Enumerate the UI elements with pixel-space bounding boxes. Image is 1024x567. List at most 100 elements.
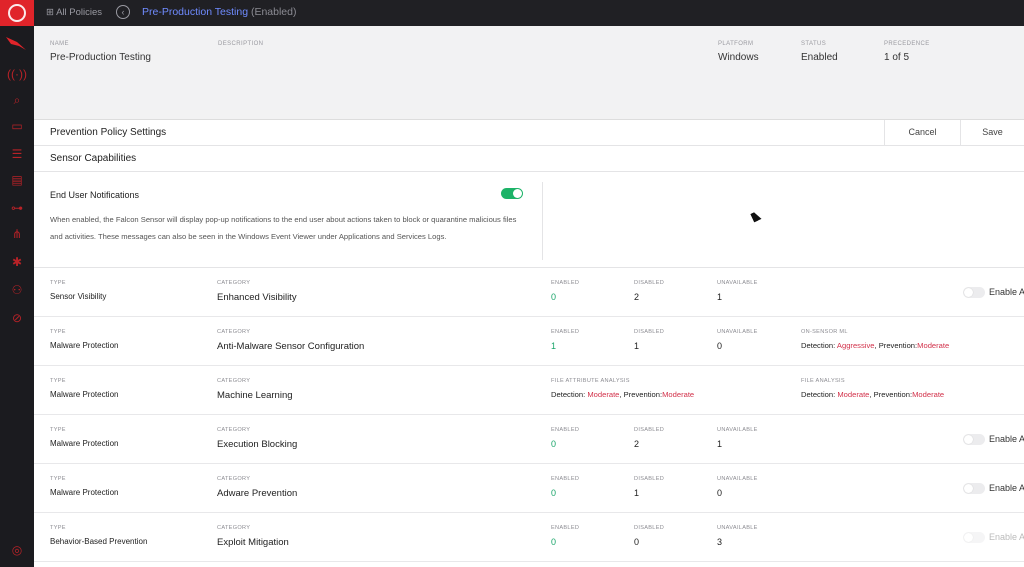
toggles-nav-icon[interactable]: ⊶ [7, 200, 27, 216]
category-label: CATEGORY [217, 476, 251, 482]
unavailable-label: UNAVAILABLE [717, 329, 758, 335]
falcon-logo-button[interactable] [0, 0, 34, 26]
disabled-count: 2 [634, 439, 640, 449]
cancel-button[interactable]: Cancel [884, 120, 960, 145]
unavailable-label: UNAVAILABLE [717, 280, 758, 286]
enable-all-label[interactable]: Enable A [989, 287, 1024, 297]
prevention-level: Moderate [662, 390, 695, 399]
enable-all-toggle[interactable] [963, 434, 985, 445]
table-row[interactable]: TYPE Sensor Visibility CATEGORY Enhanced… [34, 268, 1024, 317]
enabled-label: ENABLED [551, 280, 580, 286]
type-label: TYPE [50, 280, 66, 286]
hosts-nav-icon[interactable]: ▭ [7, 118, 27, 134]
prevention-prefix: Prevention: [623, 390, 663, 399]
file-attribute-analysis-value: Detection: Moderate, Prevention:Moderate [551, 390, 695, 399]
account-nav-icon[interactable]: ◎ [7, 542, 27, 558]
disabled-count: 0 [634, 537, 640, 547]
table-row[interactable]: TYPE Malware Protection CATEGORY Adware … [34, 464, 1024, 513]
category-label: CATEGORY [217, 427, 251, 433]
intel-nav-icon[interactable]: ✱ [7, 254, 27, 270]
type-value: Malware Protection [50, 488, 119, 497]
table-row[interactable]: TYPE Malware Protection CATEGORY Anti-Ma… [34, 317, 1024, 366]
platform-value: Windows [718, 52, 759, 63]
policy-title: Pre-Production Testing (Enabled) [142, 6, 296, 18]
detection-level: Aggressive [836, 341, 875, 350]
detection-level: Moderate [587, 390, 620, 399]
category-label: CATEGORY [217, 280, 251, 286]
prevention-prefix: Prevention: [878, 341, 918, 350]
unavailable-count: 0 [717, 488, 723, 498]
enabled-label: ENABLED [551, 329, 580, 335]
activity-nav-icon[interactable]: ((·)) [7, 66, 27, 82]
category-value: Exploit Mitigation [217, 537, 289, 548]
table-row[interactable]: TYPE Behavior-Based Prevention CATEGORY … [34, 513, 1024, 562]
enabled-count: 0 [551, 537, 557, 547]
name-label: NAME [50, 41, 69, 47]
prevention-level: Moderate [917, 341, 950, 350]
prevention-prefix: Prevention: [873, 390, 913, 399]
enable-all-label[interactable]: Enable A [989, 483, 1024, 493]
panel-divider [542, 182, 543, 260]
enabled-count: 0 [551, 439, 557, 449]
type-label: TYPE [50, 525, 66, 531]
file-attribute-analysis-label: FILE ATTRIBUTE ANALYSIS [551, 378, 630, 384]
save-button[interactable]: Save [960, 120, 1024, 145]
main-panel: Prevention Policy Settings Cancel Save S… [34, 120, 1024, 567]
type-value: Malware Protection [50, 439, 119, 448]
all-policies-link[interactable]: ⊞ All Policies [46, 7, 102, 18]
end-user-notifications-panel: End User Notifications When enabled, the… [34, 172, 1024, 268]
unavailable-label: UNAVAILABLE [717, 476, 758, 482]
notifications-toggle[interactable] [501, 188, 523, 199]
enable-all-toggle[interactable] [963, 483, 985, 494]
detection-prefix: Detection: [801, 390, 836, 399]
policy-name: Pre-Production Testing [142, 6, 249, 18]
disabled-label: DISABLED [634, 476, 665, 482]
prevention-settings-header: Prevention Policy Settings Cancel Save [34, 120, 1024, 146]
disabled-count: 1 [634, 341, 640, 351]
type-value: Behavior-Based Prevention [50, 537, 148, 546]
file-analysis-value: Detection: Moderate, Prevention:Moderate [801, 390, 945, 399]
enable-all-toggle[interactable] [963, 287, 985, 298]
enabled-label: ENABLED [551, 427, 580, 433]
on-sensor-ml-label: ON-SENSOR ML [801, 329, 848, 335]
status-label: STATUS [801, 41, 827, 47]
category-value: Anti-Malware Sensor Configuration [217, 341, 365, 352]
on-sensor-ml-value: Detection: Aggressive, Prevention:Modera… [801, 341, 950, 350]
table-row[interactable]: TYPE Malware Protection CATEGORY Executi… [34, 415, 1024, 464]
left-nav-rail: ((·)) ⌕ ▭ ☰ ▤ ⊶ ⋔ ✱ ⚇ ⊘ ◎ [0, 0, 34, 567]
link-nav-icon[interactable]: ⊘ [7, 310, 27, 326]
enabled-count: 0 [551, 488, 557, 498]
enable-all-label[interactable]: Enable A [989, 532, 1024, 542]
enabled-label: ENABLED [551, 476, 580, 482]
type-value: Sensor Visibility [50, 292, 107, 301]
detection-prefix: Detection: [551, 390, 586, 399]
precedence-label: PRECEDENCE [884, 41, 930, 47]
policies-nav-icon[interactable]: ☰ [7, 146, 27, 162]
policy-header: NAME Pre-Production Testing DESCRIPTION … [34, 26, 1024, 120]
enabled-count: 0 [551, 292, 557, 302]
category-value: Adware Prevention [217, 488, 298, 499]
back-icon[interactable]: ‹ [116, 5, 130, 19]
sensor-capabilities-header: Sensor Capabilities [34, 146, 1024, 172]
name-value: Pre-Production Testing [50, 52, 151, 63]
prevention-level: Moderate [912, 390, 945, 399]
unavailable-count: 1 [717, 292, 723, 302]
network-nav-icon[interactable]: ⋔ [7, 226, 27, 242]
all-policies-label: All Policies [56, 7, 103, 18]
category-label: CATEGORY [217, 378, 251, 384]
table-row[interactable]: TYPE Malware Protection CATEGORY Machine… [34, 366, 1024, 415]
disabled-label: DISABLED [634, 427, 665, 433]
type-label: TYPE [50, 329, 66, 335]
dashboard-nav-icon[interactable]: ▤ [7, 172, 27, 188]
description-label: DESCRIPTION [218, 41, 264, 47]
falcon-brand-icon [6, 37, 26, 50]
users-nav-icon[interactable]: ⚇ [7, 282, 27, 298]
enable-all-toggle[interactable] [963, 532, 985, 543]
search-nav-icon[interactable]: ⌕ [7, 92, 27, 108]
disabled-label: DISABLED [634, 280, 665, 286]
enable-all-label[interactable]: Enable A [989, 434, 1024, 444]
type-value: Malware Protection [50, 341, 119, 350]
platform-label: PLATFORM [718, 41, 754, 47]
type-label: TYPE [50, 427, 66, 433]
category-value: Machine Learning [217, 390, 293, 401]
